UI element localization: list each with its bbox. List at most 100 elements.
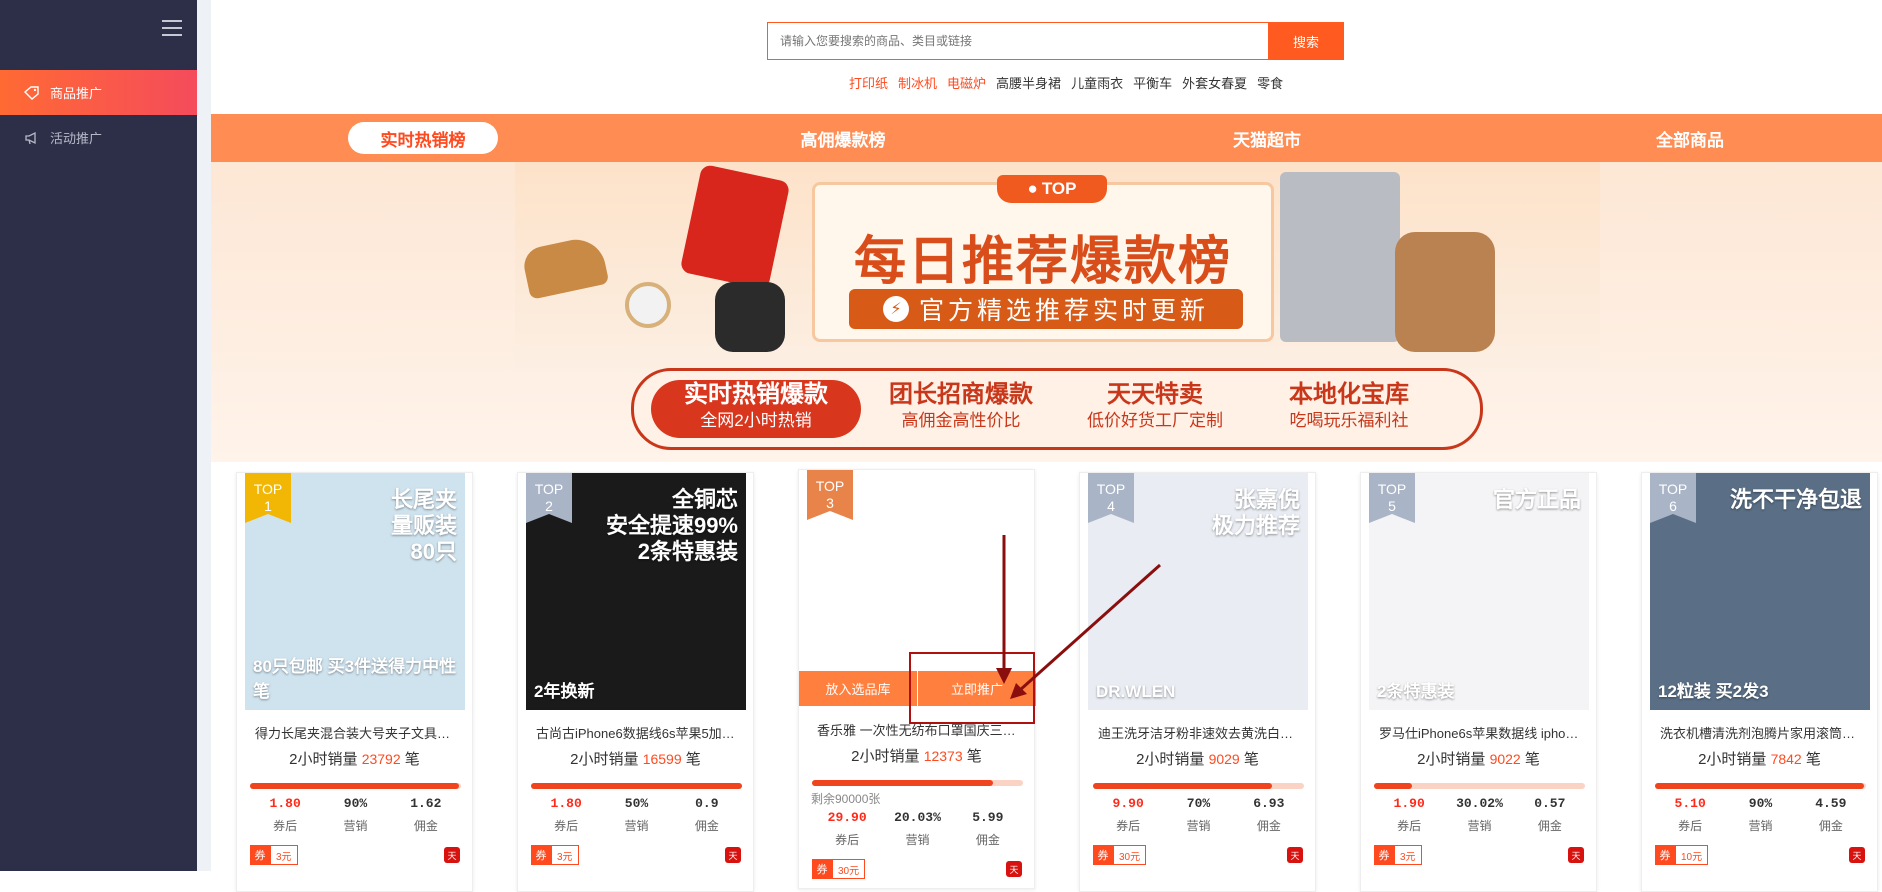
product-image[interactable]: TOP 5 官方正品 2条特惠装	[1369, 473, 1589, 710]
remaining-coupons: 剩余90000张	[811, 792, 881, 806]
product-title[interactable]: 得力长尾夹混合装大号夹子文具小...	[255, 723, 460, 742]
rank-text: TOP 3	[815, 478, 845, 511]
progress-fill	[1374, 783, 1412, 789]
price-value: 1.80	[269, 796, 301, 811]
coupon-tag[interactable]: 券 3元	[250, 845, 298, 865]
tab-realtime-hot[interactable]: 实时热销榜	[348, 122, 498, 154]
progress-fill	[1655, 783, 1864, 789]
add-to-pool-button[interactable]: 放入选品库	[799, 671, 917, 706]
rate-value: 90%	[1748, 796, 1773, 811]
category-subtabs: 实时热销爆款 全网2小时热销 团长招商爆款 高佣金高性价比 天天特卖 低价好货工…	[631, 368, 1483, 450]
product-image[interactable]: TOP 4 张嘉倪 极力推荐 DR.WLEN	[1088, 473, 1308, 710]
hamburger-menu-icon[interactable]	[162, 20, 182, 36]
stat-label: 营销	[1467, 819, 1492, 833]
hot-search-words: 打印纸 制冰机 电磁炉 高腰半身裙 儿童雨衣 平衡车 外套女春夏 零食	[849, 73, 1283, 91]
rate-value: 20.03%	[894, 810, 941, 825]
subtab-daily-sale[interactable]: 天天特卖 低价好货工厂定制	[1050, 380, 1260, 438]
product-image[interactable]: TOP 2 全铜芯 安全提速99% 2条特惠装 2年换新	[526, 473, 746, 710]
subtab-title: 天天特卖	[1107, 381, 1203, 408]
price-value: 5.10	[1674, 796, 1706, 811]
product-card[interactable]: TOP 4 张嘉倪 极力推荐 DR.WLEN 迪王洗牙洁牙粉非速效去黄洗白牙..…	[1079, 472, 1316, 892]
rank-flag: TOP 6	[1650, 473, 1696, 523]
hotword-link[interactable]: 制冰机	[898, 73, 937, 91]
stat-rate: 50% 营销	[601, 796, 671, 834]
banner-subtitle-box: ⚡ 官方精选推荐实时更新	[849, 289, 1243, 329]
price-stats: 29.90 券后 20.03% 营销 5.99 佣金	[812, 810, 1023, 848]
tmall-icon: 天	[444, 847, 460, 863]
stat-label: 券后	[554, 819, 579, 833]
sales-line: 2小时销量 12373 笔	[799, 745, 1034, 766]
product-title[interactable]: 迪王洗牙洁牙粉非速效去黄洗白牙...	[1098, 723, 1303, 742]
search-input[interactable]	[767, 22, 1268, 60]
stat-after-coupon: 9.90 券后	[1093, 796, 1163, 834]
coupon-tag[interactable]: 券 30元	[1093, 845, 1147, 865]
hotword-link[interactable]: 高腰半身裙	[996, 73, 1061, 91]
stat-label: 佣金	[1256, 819, 1281, 833]
product-image[interactable]: TOP 1 长尾夹 量贩装 80只 80只包邮 买3件送得力中性笔	[245, 473, 465, 710]
coupon-icon: 券	[531, 845, 551, 865]
subtab-group-leader[interactable]: 团长招商爆款 高佣金高性价比	[856, 380, 1066, 438]
search-button[interactable]: 搜索	[1268, 22, 1344, 60]
rank-flag: TOP 1	[245, 473, 291, 523]
progress-fill	[250, 783, 459, 789]
product-card[interactable]: TOP 5 官方正品 2条特惠装 罗马仕iPhone6s苹果数据线 iphone…	[1360, 472, 1597, 892]
price-value: 29.90	[827, 810, 867, 825]
product-image[interactable]: TOP 6 洗不干净包退 12粒装 买2发3	[1650, 473, 1870, 710]
progress-fill	[531, 783, 742, 789]
stat-commission: 0.57 佣金	[1515, 796, 1585, 834]
sidebar: 商品推广 活动推广	[0, 0, 197, 871]
hotword-link[interactable]: 零食	[1257, 73, 1283, 91]
coupon-tag[interactable]: 券 3元	[531, 845, 579, 865]
sales-count: 12373	[923, 748, 963, 764]
product-card[interactable]: TOP 2 全铜芯 安全提速99% 2条特惠装 2年换新 古尚古iPhone6数…	[517, 472, 754, 892]
tab-high-commission[interactable]: 高佣爆款榜	[768, 122, 918, 154]
sidebar-item-activity-promotion[interactable]: 活动推广	[0, 115, 197, 160]
product-title[interactable]: 罗马仕iPhone6s苹果数据线 iphone...	[1379, 723, 1584, 742]
price-stats: 9.90 券后 70% 营销 6.93 佣金	[1093, 796, 1304, 834]
sales-line: 2小时销量 9022 笔	[1361, 748, 1596, 769]
rate-value: 70%	[1186, 796, 1211, 811]
rank-text: TOP 2	[534, 481, 564, 514]
product-card[interactable]: TOP 1 长尾夹 量贩装 80只 80只包邮 买3件送得力中性笔 得力长尾夹混…	[236, 472, 473, 892]
tmall-icon: 天	[1287, 847, 1303, 863]
sales-suffix: 笔	[404, 751, 420, 768]
stat-commission: 5.99 佣金	[953, 810, 1023, 848]
stat-after-coupon: 29.90 券后	[812, 810, 882, 848]
commission-value: 5.99	[972, 810, 1004, 825]
sales-suffix: 笔	[685, 751, 701, 768]
sales-suffix: 笔	[966, 748, 982, 765]
shaver-image	[715, 282, 785, 352]
coupon-amount: 30元	[1113, 845, 1147, 865]
sales-progress-bar	[812, 780, 1023, 786]
hotword-link[interactable]: 外套女春夏	[1182, 73, 1247, 91]
banner-card: ● TOP 每日推荐爆款榜 ⚡ 官方精选推荐实时更新	[812, 175, 1274, 342]
product-card[interactable]: TOP 6 洗不干净包退 12粒装 买2发3 洗衣机槽清洗剂泡腾片家用滚筒式..…	[1641, 472, 1878, 892]
rank-text: TOP 6	[1658, 481, 1688, 514]
hotword-link[interactable]: 打印纸	[849, 73, 888, 91]
tab-all-products[interactable]: 全部商品	[1615, 122, 1765, 154]
hotword-link[interactable]: 平衡车	[1133, 73, 1172, 91]
stat-rate: 90% 营销	[320, 796, 390, 834]
subtab-title: 本地化宝库	[1289, 381, 1409, 408]
tab-tmall-supermarket[interactable]: 天猫超市	[1192, 122, 1342, 154]
sales-prefix: 2小时销量	[1417, 751, 1486, 768]
product-title[interactable]: 洗衣机槽清洗剂泡腾片家用滚筒式...	[1660, 723, 1865, 742]
subtab-realtime-hot[interactable]: 实时热销爆款 全网2小时热销	[651, 380, 861, 438]
coupon-tag[interactable]: 券 10元	[1655, 845, 1709, 865]
coupon-icon: 券	[812, 859, 832, 879]
sales-prefix: 2小时销量	[570, 751, 639, 768]
product-title[interactable]: 古尚古iPhone6数据线6s苹果5加长x...	[536, 723, 741, 742]
sales-suffix: 笔	[1805, 751, 1821, 768]
hotword-link[interactable]: 儿童雨衣	[1071, 73, 1123, 91]
stat-rate: 70% 营销	[1163, 796, 1233, 834]
price-value: 1.90	[1393, 796, 1425, 811]
hotword-link[interactable]: 电磁炉	[947, 73, 986, 91]
subtab-local-treasure[interactable]: 本地化宝库 吃喝玩乐福利社	[1244, 380, 1454, 438]
coupon-tag[interactable]: 券 3元	[1374, 845, 1422, 865]
coupon-tag[interactable]: 券 30元	[812, 859, 866, 879]
commission-value: 1.62	[410, 796, 442, 811]
tmall-icon: 天	[1568, 847, 1584, 863]
banner-title: 每日推荐爆款榜	[853, 232, 1232, 292]
megaphone-icon	[24, 131, 40, 145]
sidebar-item-product-promotion[interactable]: 商品推广	[0, 70, 197, 115]
